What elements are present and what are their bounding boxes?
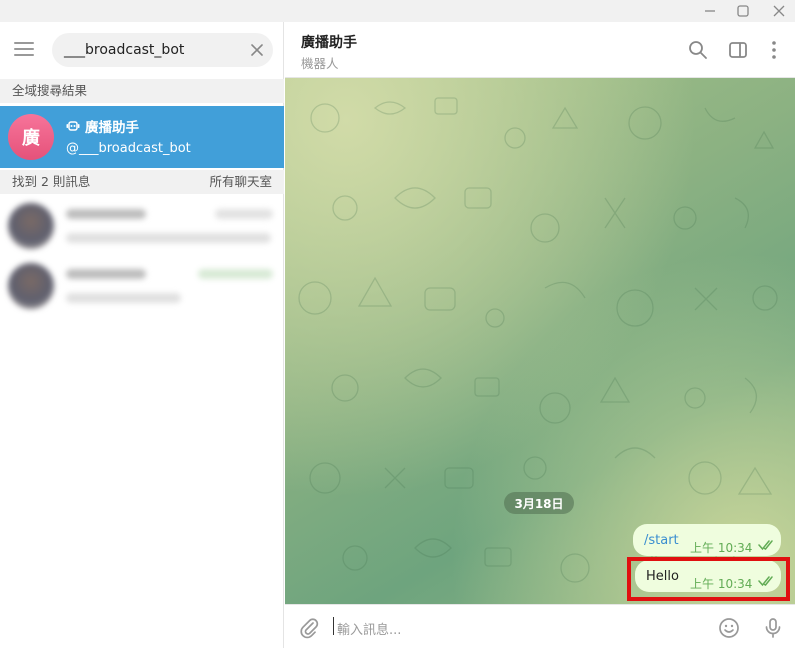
attach-icon[interactable] xyxy=(297,616,321,640)
avatar xyxy=(8,263,54,309)
list-item[interactable] xyxy=(0,255,284,315)
global-results-label: 全域搜尋結果 xyxy=(12,83,88,98)
list-item[interactable] xyxy=(0,195,284,255)
messages-found-header: 找到 2 則訊息 所有聊天室 xyxy=(0,170,284,194)
message-text-start[interactable]: /start xyxy=(644,533,679,548)
text-cursor xyxy=(333,617,334,635)
chat-header: 廣播助手 機器人 xyxy=(285,22,795,78)
chat-subtitle: 機器人 xyxy=(301,56,339,71)
emoji-icon[interactable] xyxy=(717,616,741,640)
menu-icon[interactable] xyxy=(14,41,36,57)
search-input[interactable]: ___broadcast_bot xyxy=(52,33,273,67)
read-receipt-icon xyxy=(758,540,773,551)
close-icon[interactable] xyxy=(764,0,794,22)
all-chats-filter[interactable]: 所有聊天室 xyxy=(209,170,272,194)
chat-area: 3月18日 /start 上午 10:34 Hello 上午 10:34 xyxy=(285,78,795,604)
avatar: 廣 xyxy=(8,114,54,160)
search-result-bot[interactable]: 廣 廣播助手 @___broadcast_bot xyxy=(0,106,284,168)
bot-icon xyxy=(66,121,80,131)
avatar xyxy=(8,203,54,249)
result-name: 廣播助手 xyxy=(66,116,139,136)
date-label: 3月18日 xyxy=(514,496,564,511)
messages-found-label: 找到 2 則訊息 xyxy=(12,174,91,189)
search-icon[interactable] xyxy=(687,39,709,61)
search-query: ___broadcast_bot xyxy=(64,42,185,58)
message-input[interactable]: 輸入訊息... xyxy=(337,619,401,638)
clear-search-icon[interactable] xyxy=(249,42,265,58)
highlight-box xyxy=(627,557,790,601)
message-time: 上午 10:34 xyxy=(690,541,753,555)
result-username: @___broadcast_bot xyxy=(66,141,191,156)
message-bubble[interactable]: /start 上午 10:34 xyxy=(633,524,781,556)
avatar-letter: 廣 xyxy=(22,128,40,149)
result-name-text: 廣播助手 xyxy=(85,120,139,136)
more-options-icon[interactable] xyxy=(763,39,785,61)
maximize-icon[interactable] xyxy=(728,0,758,22)
sidebar-toggle-icon[interactable] xyxy=(727,39,749,61)
date-separator: 3月18日 xyxy=(504,492,574,514)
message-composer: 輸入訊息... xyxy=(285,604,795,648)
global-results-header: 全域搜尋結果 xyxy=(0,79,284,103)
title-bar xyxy=(0,0,795,22)
microphone-icon[interactable] xyxy=(761,616,785,640)
chat-title[interactable]: 廣播助手 xyxy=(301,32,357,52)
minimize-icon[interactable] xyxy=(695,0,725,22)
sidebar: ___broadcast_bot 全域搜尋結果 廣 廣播助手 @___broad… xyxy=(0,22,284,648)
